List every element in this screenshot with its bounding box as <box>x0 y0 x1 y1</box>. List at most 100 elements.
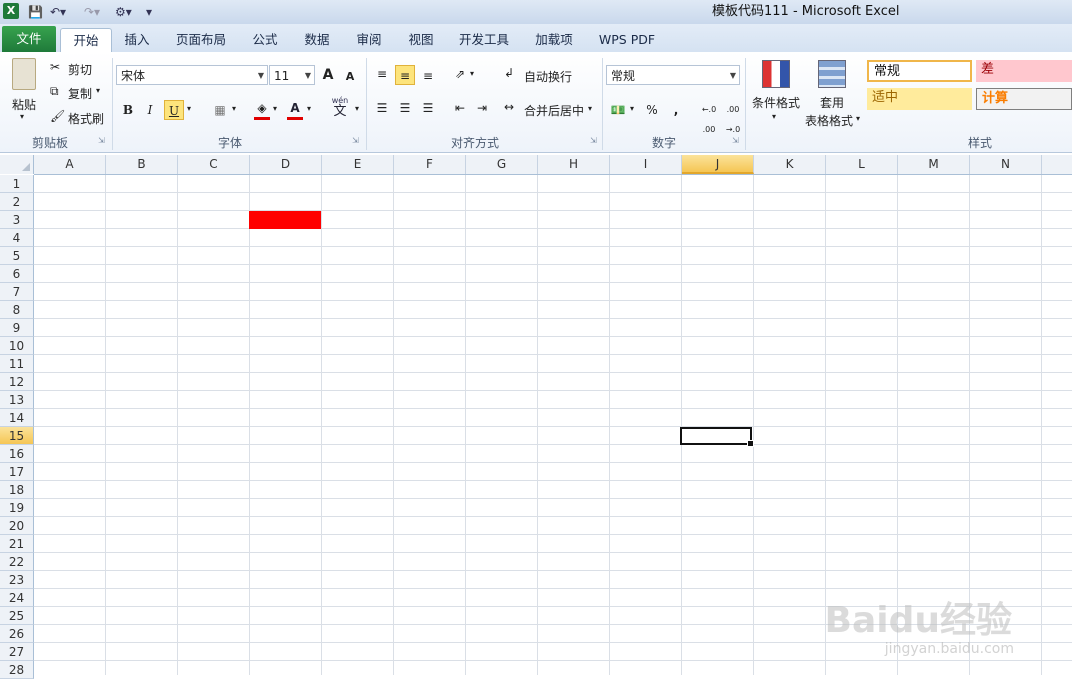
customize-tool-icon[interactable]: ⚙▾ <box>115 3 132 21</box>
bold-button[interactable]: B <box>118 100 138 120</box>
select-all-button[interactable] <box>0 155 34 174</box>
borders-icon[interactable]: ▦ <box>210 100 230 120</box>
underline-dropdown-icon[interactable]: ▾ <box>187 104 191 113</box>
wrap-text-button[interactable]: ↲ 自动换行 <box>502 66 592 86</box>
row-header-27[interactable]: 27 <box>0 643 34 661</box>
conditional-formatting-button[interactable]: 条件格式 ▾ <box>750 56 802 128</box>
orientation-icon[interactable]: ⇗ <box>450 64 470 84</box>
column-header-g[interactable]: G <box>466 155 538 174</box>
align-center-icon[interactable]: ☰ <box>395 98 415 118</box>
tab-home[interactable]: 开始 <box>60 28 112 53</box>
fill-dropdown-icon[interactable]: ▾ <box>273 104 277 113</box>
align-left-icon[interactable]: ☰ <box>372 98 392 118</box>
currency-dropdown-icon[interactable]: ▾ <box>630 104 634 113</box>
number-format-combo[interactable]: 常规 ▼ <box>606 65 740 85</box>
tab-developer[interactable]: 开发工具 <box>452 28 516 51</box>
phonetic-dropdown-icon[interactable]: ▾ <box>355 104 359 113</box>
decrease-decimal-button[interactable]: .00 →.0 <box>722 100 744 134</box>
style-normal[interactable]: 常规 <box>867 60 972 82</box>
row-header-20[interactable]: 20 <box>0 517 34 535</box>
fill-color-icon[interactable]: ◈ <box>252 98 272 118</box>
row-header-28[interactable]: 28 <box>0 661 34 679</box>
increase-indent-icon[interactable]: ⇥ <box>472 98 492 118</box>
row-header-11[interactable]: 11 <box>0 355 34 373</box>
row-header-16[interactable]: 16 <box>0 445 34 463</box>
column-header-m[interactable]: M <box>898 155 970 174</box>
row-header-18[interactable]: 18 <box>0 481 34 499</box>
increase-decimal-button[interactable]: ←.0 .00 <box>698 100 720 134</box>
cell-d3-filled[interactable] <box>249 211 321 229</box>
align-bottom-icon[interactable]: ≡ <box>418 66 438 86</box>
row-header-19[interactable]: 19 <box>0 499 34 517</box>
font-launcher-icon[interactable]: ⇲ <box>352 136 359 145</box>
format-as-table-button[interactable]: 套用 表格格式 ▾ <box>804 56 864 128</box>
row-header-15[interactable]: 15 <box>0 427 34 445</box>
comma-button[interactable]: , <box>666 100 686 120</box>
tab-page-layout[interactable]: 页面布局 <box>170 28 232 51</box>
tab-formulas[interactable]: 公式 <box>244 28 286 51</box>
format-painter-button[interactable]: 🖌 格式刷 <box>48 109 108 127</box>
row-header-5[interactable]: 5 <box>0 247 34 265</box>
row-header-24[interactable]: 24 <box>0 589 34 607</box>
align-top-icon[interactable]: ≡ <box>372 64 392 84</box>
column-header-b[interactable]: B <box>106 155 178 174</box>
tab-review[interactable]: 审阅 <box>348 28 390 51</box>
row-header-17[interactable]: 17 <box>0 463 34 481</box>
font-color-dropdown-icon[interactable]: ▾ <box>307 104 311 113</box>
undo-icon[interactable]: ↶▾ <box>50 3 66 21</box>
tab-insert[interactable]: 插入 <box>116 28 158 51</box>
row-header-2[interactable]: 2 <box>0 193 34 211</box>
redo-icon[interactable]: ↷▾ <box>84 3 100 21</box>
row-header-21[interactable]: 21 <box>0 535 34 553</box>
row-header-3[interactable]: 3 <box>0 211 34 229</box>
row-header-10[interactable]: 10 <box>0 337 34 355</box>
row-header-9[interactable]: 9 <box>0 319 34 337</box>
row-header-1[interactable]: 1 <box>0 175 34 193</box>
currency-icon[interactable]: 💵 <box>608 100 628 120</box>
underline-button[interactable]: U <box>164 100 184 120</box>
style-calculation[interactable]: 计算 <box>976 88 1072 110</box>
orientation-dropdown-icon[interactable]: ▾ <box>470 69 474 78</box>
paste-button[interactable]: 粘贴 ▾ <box>6 56 42 126</box>
column-header-f[interactable]: F <box>394 155 466 174</box>
phonetic-button[interactable]: wén 文 <box>328 96 352 120</box>
qat-customize-icon[interactable]: ▾ <box>146 3 152 21</box>
column-header-l[interactable]: L <box>826 155 898 174</box>
row-header-7[interactable]: 7 <box>0 283 34 301</box>
alignment-launcher-icon[interactable]: ⇲ <box>590 136 597 145</box>
column-header-h[interactable]: H <box>538 155 610 174</box>
row-header-13[interactable]: 13 <box>0 391 34 409</box>
row-header-26[interactable]: 26 <box>0 625 34 643</box>
tab-data[interactable]: 数据 <box>296 28 338 51</box>
column-header-c[interactable]: C <box>178 155 250 174</box>
percent-button[interactable]: % <box>642 100 662 120</box>
row-header-22[interactable]: 22 <box>0 553 34 571</box>
copy-button[interactable]: ⧉ 复制 ▾ <box>48 84 108 102</box>
column-header-j[interactable]: J <box>682 155 754 174</box>
row-header-25[interactable]: 25 <box>0 607 34 625</box>
merge-center-button[interactable]: ↔ 合并后居中 ▾ <box>502 100 600 120</box>
fill-handle[interactable] <box>747 440 754 447</box>
column-header-e[interactable]: E <box>322 155 394 174</box>
decrease-indent-icon[interactable]: ⇤ <box>450 98 470 118</box>
number-launcher-icon[interactable]: ⇲ <box>732 136 739 145</box>
tab-addins[interactable]: 加载项 <box>528 28 580 51</box>
tab-file[interactable]: 文件 <box>2 26 56 52</box>
grow-font-button[interactable]: A <box>318 65 338 85</box>
style-neutral[interactable]: 适中 <box>867 88 972 110</box>
font-size-combo[interactable]: 11 ▼ <box>269 65 315 85</box>
font-name-combo[interactable]: 宋体 ▼ <box>116 65 268 85</box>
save-icon[interactable]: 💾 <box>28 3 43 21</box>
borders-dropdown-icon[interactable]: ▾ <box>232 104 236 113</box>
column-header-k[interactable]: K <box>754 155 826 174</box>
row-header-14[interactable]: 14 <box>0 409 34 427</box>
italic-button[interactable]: I <box>140 100 160 120</box>
tab-wps-pdf[interactable]: WPS PDF <box>592 28 662 51</box>
tab-view[interactable]: 视图 <box>400 28 442 51</box>
row-header-4[interactable]: 4 <box>0 229 34 247</box>
row-header-6[interactable]: 6 <box>0 265 34 283</box>
shrink-font-button[interactable]: A <box>340 67 360 87</box>
font-color-button[interactable]: A <box>285 98 305 118</box>
column-header-i[interactable]: I <box>610 155 682 174</box>
row-header-23[interactable]: 23 <box>0 571 34 589</box>
